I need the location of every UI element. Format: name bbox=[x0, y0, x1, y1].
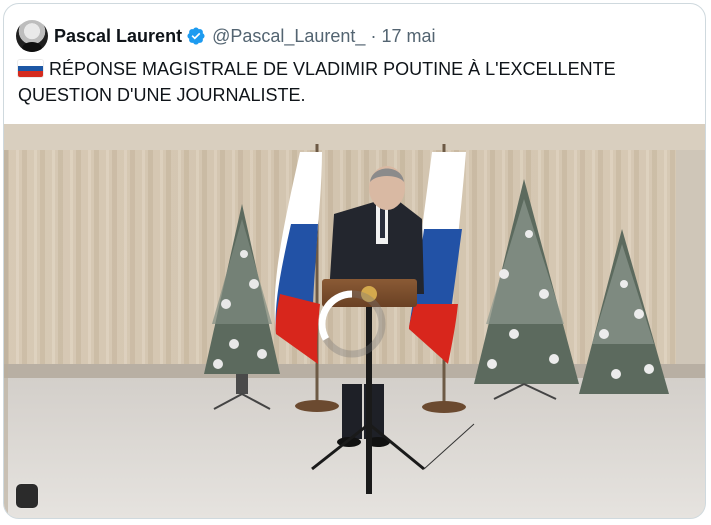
author-handle[interactable]: @Pascal_Laurent_ bbox=[212, 26, 365, 47]
tweet-timestamp[interactable]: 17 mai bbox=[381, 26, 435, 47]
russia-flag-emoji bbox=[18, 60, 43, 77]
loading-spinner-icon bbox=[318, 290, 386, 358]
tweet-header: Pascal Laurent @Pascal_Laurent_ · 17 mai bbox=[16, 18, 435, 54]
profile-avatar[interactable] bbox=[16, 20, 48, 52]
header-separator: · bbox=[370, 25, 377, 46]
video-control-badge[interactable] bbox=[16, 484, 38, 508]
verified-badge-icon bbox=[187, 27, 205, 45]
tweet-text-content: RÉPONSE MAGISTRALE DE VLADIMIR POUTINE À… bbox=[18, 59, 616, 105]
tweet-card[interactable]: Pascal Laurent @Pascal_Laurent_ · 17 mai… bbox=[3, 3, 706, 519]
video-player[interactable] bbox=[4, 124, 705, 518]
tweet-text: RÉPONSE MAGISTRALE DE VLADIMIR POUTINE À… bbox=[18, 56, 658, 108]
author-display-name[interactable]: Pascal Laurent bbox=[54, 26, 182, 47]
